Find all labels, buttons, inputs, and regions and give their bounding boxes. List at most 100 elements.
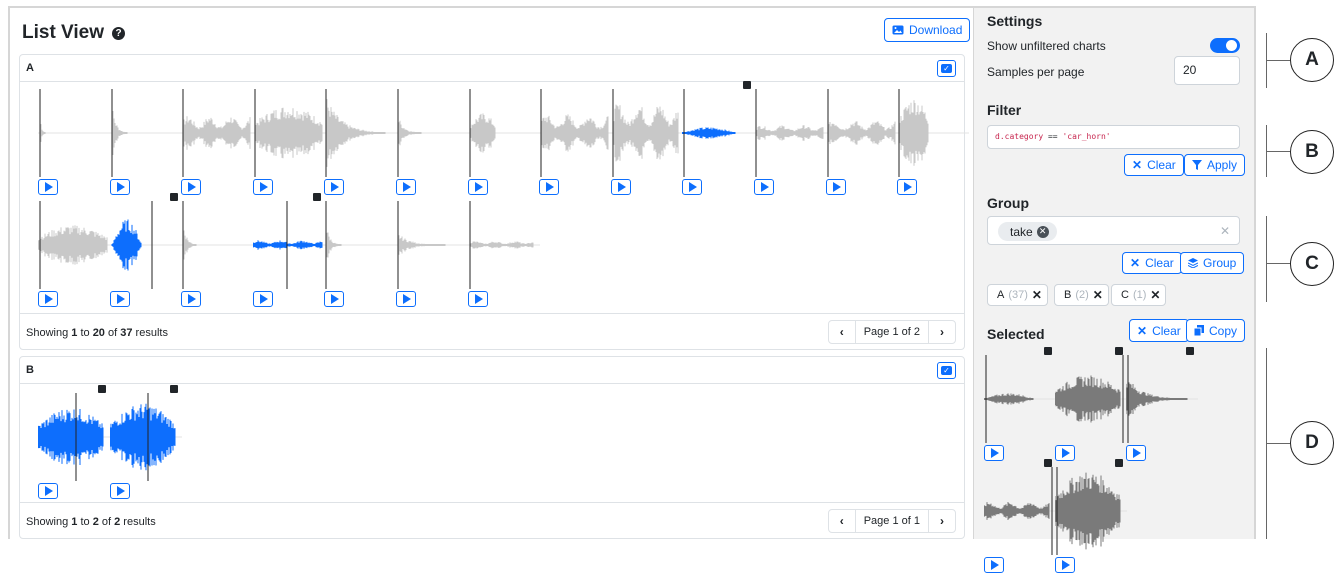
sample-item[interactable]: [467, 201, 540, 313]
play-button[interactable]: [897, 179, 918, 195]
group-clear-button[interactable]: ✕ Clear: [1122, 252, 1182, 274]
sample-item[interactable]: [396, 201, 468, 313]
show-unfiltered-toggle[interactable]: [1210, 38, 1240, 53]
selected-check-icon[interactable]: [1044, 347, 1052, 355]
copy-button[interactable]: Copy: [1186, 319, 1246, 342]
filter-apply-button[interactable]: Apply: [1184, 154, 1246, 176]
selected-check-icon[interactable]: [169, 385, 178, 393]
chip-count: (1): [1132, 289, 1147, 301]
play-button[interactable]: [754, 179, 774, 195]
chip-count: (37): [1008, 289, 1028, 301]
selected-check-icon[interactable]: [312, 193, 321, 201]
play-button[interactable]: [825, 179, 846, 195]
play-icon: [904, 182, 913, 192]
sample-item[interactable]: [109, 193, 182, 313]
sample-item[interactable]: [467, 89, 540, 201]
play-button[interactable]: [109, 179, 130, 195]
remove-tag-icon[interactable]: ✕: [1036, 225, 1049, 238]
sample-item[interactable]: [181, 201, 254, 313]
play-button[interactable]: [984, 445, 1004, 461]
play-button[interactable]: [467, 291, 488, 307]
selected-check-icon[interactable]: [1115, 459, 1123, 467]
play-button[interactable]: [396, 179, 416, 195]
remove-chip-icon[interactable]: ✕: [1032, 288, 1042, 302]
sample-item[interactable]: [324, 89, 397, 201]
sample-item[interactable]: [38, 201, 110, 313]
play-button[interactable]: [38, 483, 58, 499]
chip-name: A: [997, 289, 1005, 301]
selected-check-icon[interactable]: [169, 193, 178, 201]
sample-item[interactable]: [252, 89, 325, 201]
sample-item[interactable]: [825, 89, 898, 201]
play-button[interactable]: [324, 179, 345, 195]
filter-clear-button[interactable]: ✕ Clear: [1124, 154, 1184, 176]
selected-check-icon[interactable]: [1186, 347, 1194, 355]
selected-check-icon[interactable]: [1044, 459, 1052, 467]
play-button[interactable]: [539, 179, 560, 195]
sample-item[interactable]: [38, 385, 110, 505]
filter-query-input[interactable]: d.category == 'car_horn': [987, 125, 1240, 149]
selected-clear-button[interactable]: ✕ Clear: [1129, 319, 1189, 342]
next-page-button[interactable]: ›: [929, 514, 955, 528]
play-button[interactable]: [38, 291, 58, 307]
select-all-checkbox[interactable]: ✓: [937, 60, 956, 77]
play-button[interactable]: [396, 291, 416, 307]
samples-per-page-input[interactable]: 20: [1174, 56, 1240, 85]
group-by-select[interactable]: take ✕ ✕: [987, 216, 1240, 245]
play-button[interactable]: [984, 557, 1004, 573]
play-button[interactable]: [1055, 557, 1075, 573]
group-chip-b[interactable]: B (2) ✕: [1054, 284, 1109, 306]
play-button[interactable]: [109, 483, 130, 499]
play-button[interactable]: [252, 179, 273, 195]
help-icon[interactable]: ?: [112, 26, 126, 40]
filter-apply-label: Apply: [1207, 158, 1238, 172]
sample-item[interactable]: [754, 89, 826, 201]
results-from: 1: [71, 327, 78, 339]
select-all-checkbox[interactable]: ✓: [937, 362, 956, 379]
clear-select-icon[interactable]: ✕: [1220, 224, 1230, 238]
sample-item[interactable]: [38, 89, 110, 201]
waveform-thumbnail: [38, 201, 110, 289]
sample-item[interactable]: [109, 385, 182, 505]
callout-d: D: [1290, 421, 1334, 465]
sample-item[interactable]: [610, 81, 751, 201]
download-button[interactable]: Download: [884, 18, 971, 42]
sample-item[interactable]: [396, 89, 468, 201]
sample-item[interactable]: [1126, 347, 1198, 463]
play-button[interactable]: [252, 291, 273, 307]
sample-item[interactable]: [682, 89, 755, 201]
group-apply-button[interactable]: Group: [1180, 252, 1245, 274]
next-page-button[interactable]: ›: [929, 325, 955, 339]
sample-item[interactable]: [984, 459, 1056, 575]
selected-check-icon[interactable]: [1115, 347, 1123, 355]
selected-check-icon[interactable]: [98, 385, 106, 393]
callout-connector: [1266, 151, 1290, 152]
play-button[interactable]: [467, 179, 488, 195]
remove-chip-icon[interactable]: ✕: [1150, 288, 1160, 302]
play-button[interactable]: [1055, 445, 1075, 461]
play-button[interactable]: [38, 179, 58, 195]
sample-item[interactable]: [109, 89, 182, 201]
play-button[interactable]: [181, 179, 202, 195]
prev-page-button[interactable]: ‹: [829, 325, 855, 339]
play-button[interactable]: [1126, 445, 1146, 461]
sample-item[interactable]: [252, 193, 325, 313]
sample-item[interactable]: [984, 347, 1056, 463]
selected-check-icon[interactable]: [742, 81, 751, 89]
sample-item[interactable]: [1055, 347, 1127, 463]
play-button[interactable]: [682, 179, 703, 195]
remove-chip-icon[interactable]: ✕: [1093, 288, 1103, 302]
sample-item[interactable]: [897, 89, 970, 201]
group-chip-c[interactable]: C (1) ✕: [1111, 284, 1167, 306]
play-button[interactable]: [109, 291, 130, 307]
sample-item[interactable]: [181, 89, 254, 201]
play-button[interactable]: [610, 179, 631, 195]
sample-item[interactable]: [324, 201, 397, 313]
play-button[interactable]: [181, 291, 202, 307]
sample-item[interactable]: [1055, 459, 1127, 575]
sample-item[interactable]: [539, 89, 612, 201]
group-chip-a[interactable]: A (37) ✕: [987, 284, 1048, 306]
results-to: 2: [92, 516, 99, 528]
play-button[interactable]: [324, 291, 345, 307]
prev-page-button[interactable]: ‹: [829, 514, 855, 528]
